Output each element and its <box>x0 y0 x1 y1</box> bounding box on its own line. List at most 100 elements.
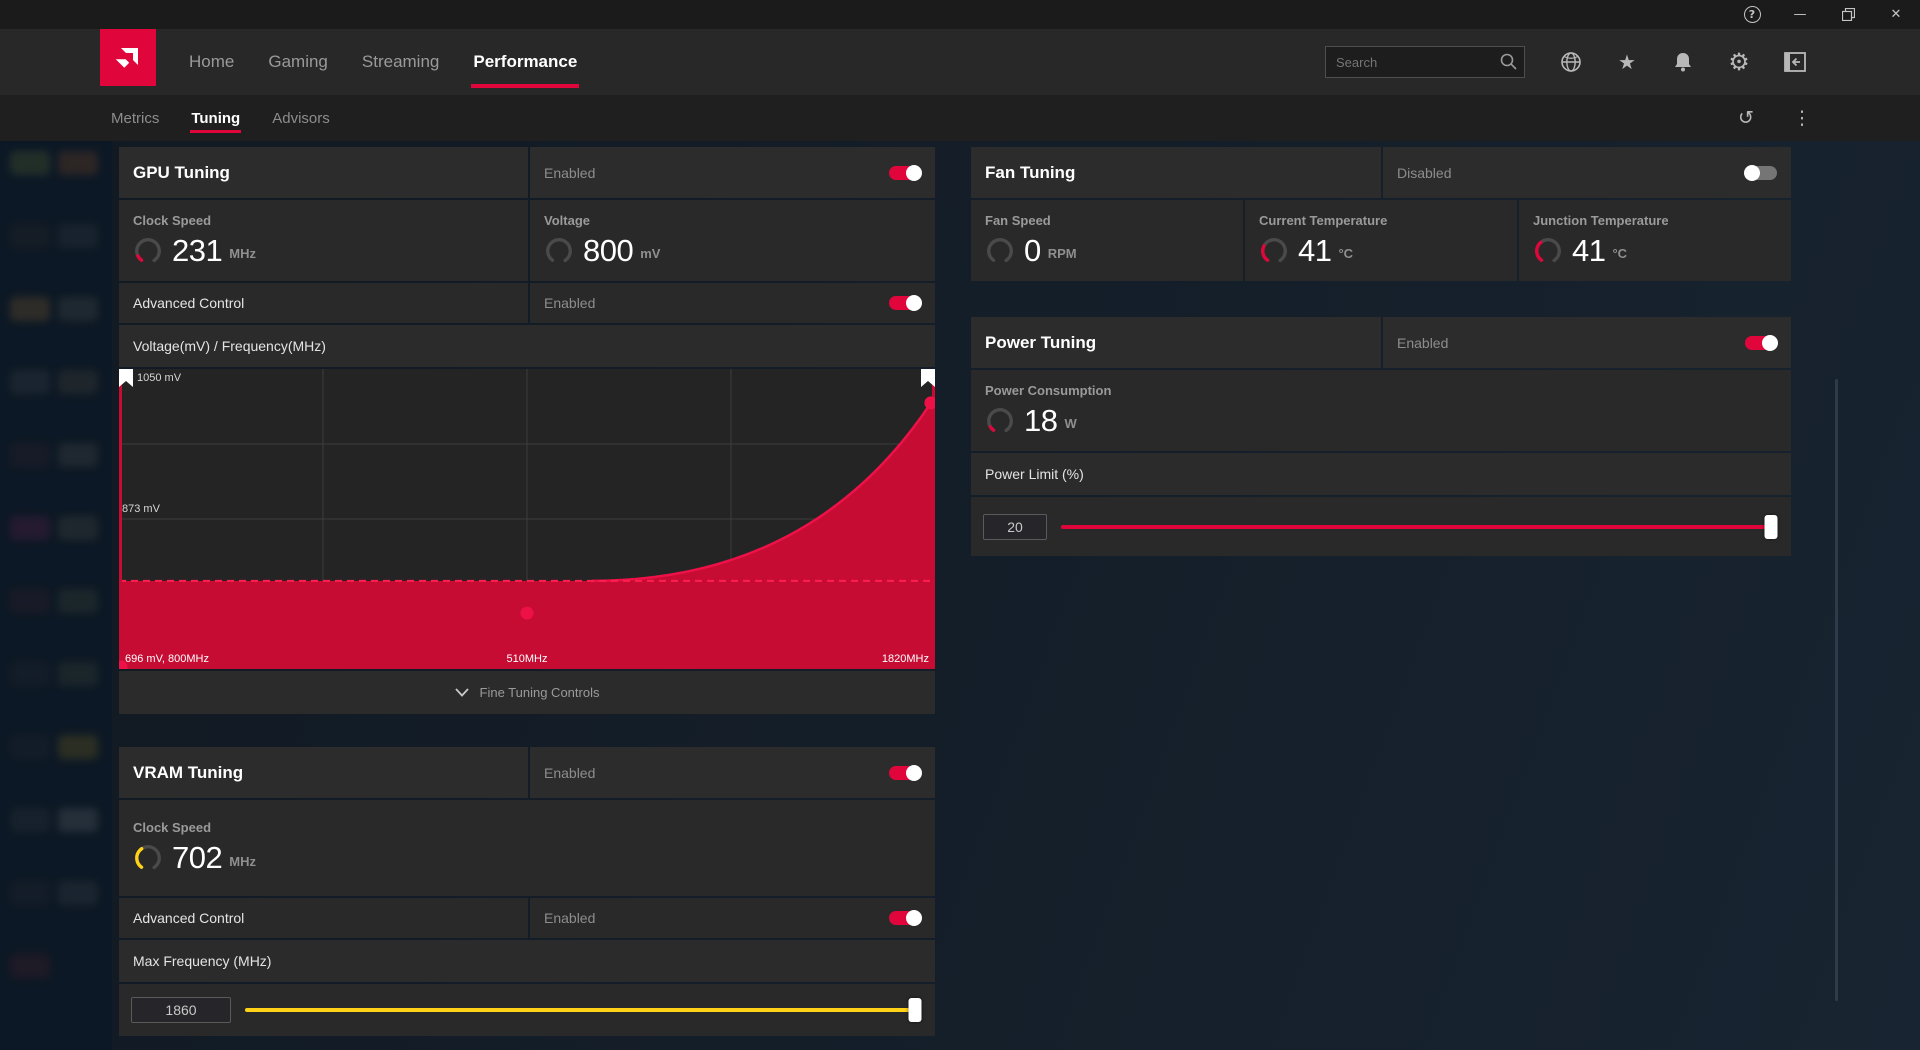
main-navbar: Home Gaming Streaming Performance <box>0 29 1920 95</box>
slider-handle[interactable] <box>909 998 922 1022</box>
stat-unit: W <box>1064 416 1076 431</box>
gauge-icon <box>133 236 163 266</box>
stat-value: 231 <box>172 233 222 269</box>
amd-logo[interactable] <box>100 29 156 86</box>
vram-advanced-control-state: Enabled <box>530 898 935 938</box>
search-icon[interactable] <box>1499 52 1518 71</box>
power-limit-label-row: Power Limit (%) <box>971 453 1791 495</box>
stat-label: Clock Speed <box>133 213 514 228</box>
stat-value: 0 <box>1024 233 1041 269</box>
fan-speed-stat: Fan Speed 0 RPM <box>971 200 1243 281</box>
card-title: GPU Tuning <box>119 163 230 183</box>
advanced-control-label: Advanced Control <box>119 295 244 311</box>
nav-item-streaming[interactable]: Streaming <box>345 29 456 95</box>
search-input[interactable] <box>1325 46 1525 78</box>
more-options-button[interactable]: ⋮ <box>1784 100 1820 136</box>
state-label: Enabled <box>530 295 595 311</box>
power-consumption-stat: Power Consumption 18 W <box>971 370 1791 451</box>
stat-label: Current Temperature <box>1259 213 1503 228</box>
advanced-control-label: Advanced Control <box>119 910 244 926</box>
panel-collapse-icon <box>1784 52 1806 72</box>
subnav-actions: ↺ ⋮ <box>1728 100 1820 136</box>
minimize-icon: — <box>1794 7 1807 22</box>
nav-item-home[interactable]: Home <box>172 29 251 95</box>
reset-button[interactable]: ↺ <box>1728 100 1764 136</box>
kebab-icon: ⋮ <box>1793 107 1812 129</box>
max-frequency-label: Max Frequency (MHz) <box>119 953 271 969</box>
vram-tuning-card: VRAM Tuning Enabled Clock Speed 702 MHz <box>119 747 935 1036</box>
max-frequency-value[interactable]: 1860 <box>131 997 231 1023</box>
bell-icon <box>1673 51 1693 73</box>
vram-advanced-control-toggle[interactable] <box>889 911 921 925</box>
power-limit-label: Power Limit (%) <box>971 466 1084 482</box>
vf-curve-svg <box>119 369 935 669</box>
slider-fill <box>245 1008 915 1012</box>
state-label: Disabled <box>1383 165 1451 181</box>
background-window-edge <box>1835 379 1838 1001</box>
stat-unit: MHz <box>229 246 256 261</box>
power-limit-slider[interactable] <box>1061 515 1771 539</box>
max-frequency-label-row: Max Frequency (MHz) <box>119 940 935 982</box>
settings-button[interactable]: ⚙ <box>1719 42 1759 82</box>
state-label: Enabled <box>530 765 595 781</box>
collapse-panel-button[interactable] <box>1775 42 1815 82</box>
vram-tuning-header: VRAM Tuning <box>119 747 528 798</box>
gpu-tuning-toggle[interactable] <box>889 166 921 180</box>
slider-handle[interactable] <box>1765 515 1778 539</box>
vram-advanced-control-row: Advanced Control <box>119 898 528 938</box>
browser-button[interactable] <box>1551 42 1591 82</box>
window-titlebar: ? — ✕ <box>0 0 1920 29</box>
junction-temperature-stat: Junction Temperature 41 °C <box>1519 200 1791 281</box>
curve-control-point[interactable] <box>521 607 534 620</box>
fine-tuning-controls-expander[interactable]: Fine Tuning Controls <box>119 671 935 714</box>
adrenalin-window: ? — ✕ Home Gaming Streaming Performance <box>0 0 1920 1050</box>
tab-advisors[interactable]: Advisors <box>256 95 346 141</box>
stat-label: Junction Temperature <box>1533 213 1777 228</box>
stat-value: 41 <box>1572 233 1605 269</box>
gpu-tuning-state: Enabled <box>530 147 935 198</box>
power-limit-value[interactable]: 20 <box>983 514 1047 540</box>
stat-unit: RPM <box>1048 246 1077 261</box>
search-box <box>1325 46 1525 78</box>
slider-fill <box>1061 525 1771 529</box>
vf-chart-title-row: Voltage(mV) / Frequency(MHz) <box>119 325 935 367</box>
voltage-frequency-curve[interactable]: 1050 mV 873 mV 696 mV, 800MHz 510MHz 182… <box>119 369 935 669</box>
restore-button[interactable] <box>1824 0 1872 29</box>
help-button[interactable]: ? <box>1728 0 1776 29</box>
nav-item-gaming[interactable]: Gaming <box>251 29 345 95</box>
nav-item-performance[interactable]: Performance <box>456 29 594 95</box>
power-tuning-card: Power Tuning Enabled Power Consumption 1… <box>971 317 1791 556</box>
power-tuning-header: Power Tuning <box>971 317 1381 368</box>
vram-clock-speed-stat: Clock Speed 702 MHz <box>119 800 935 896</box>
gpu-advanced-control-row: Advanced Control <box>119 283 528 323</box>
chevron-down-icon <box>455 688 469 697</box>
stat-value: 18 <box>1024 403 1057 439</box>
close-button[interactable]: ✕ <box>1872 0 1920 29</box>
tab-tuning[interactable]: Tuning <box>175 95 256 141</box>
tab-metrics[interactable]: Metrics <box>95 95 175 141</box>
gauge-icon <box>1259 236 1289 266</box>
favorites-button[interactable]: ★ <box>1607 42 1647 82</box>
undo-icon: ↺ <box>1738 107 1754 129</box>
gpu-tuning-header: GPU Tuning <box>119 147 528 198</box>
gauge-icon <box>985 236 1015 266</box>
power-tuning-toggle[interactable] <box>1745 336 1777 350</box>
max-frequency-slider[interactable] <box>245 998 915 1022</box>
subnav-items: Metrics Tuning Advisors <box>95 95 346 141</box>
state-label: Enabled <box>530 165 595 181</box>
background-game-list <box>0 141 112 1050</box>
star-icon: ★ <box>1618 50 1636 74</box>
vram-tuning-toggle[interactable] <box>889 766 921 780</box>
gpu-advanced-control-state: Enabled <box>530 283 935 323</box>
vf-chart-title: Voltage(mV) / Frequency(MHz) <box>119 338 326 354</box>
minimize-button[interactable]: — <box>1776 0 1824 29</box>
notifications-button[interactable] <box>1663 42 1703 82</box>
gear-icon: ⚙ <box>1728 48 1750 76</box>
fan-tuning-toggle[interactable] <box>1745 166 1777 180</box>
gpu-advanced-control-toggle[interactable] <box>889 296 921 310</box>
card-title: Fan Tuning <box>971 163 1075 183</box>
gauge-icon <box>1533 236 1563 266</box>
background-overlay <box>0 141 112 1050</box>
state-label: Enabled <box>1383 335 1448 351</box>
stat-unit: °C <box>1338 246 1353 261</box>
